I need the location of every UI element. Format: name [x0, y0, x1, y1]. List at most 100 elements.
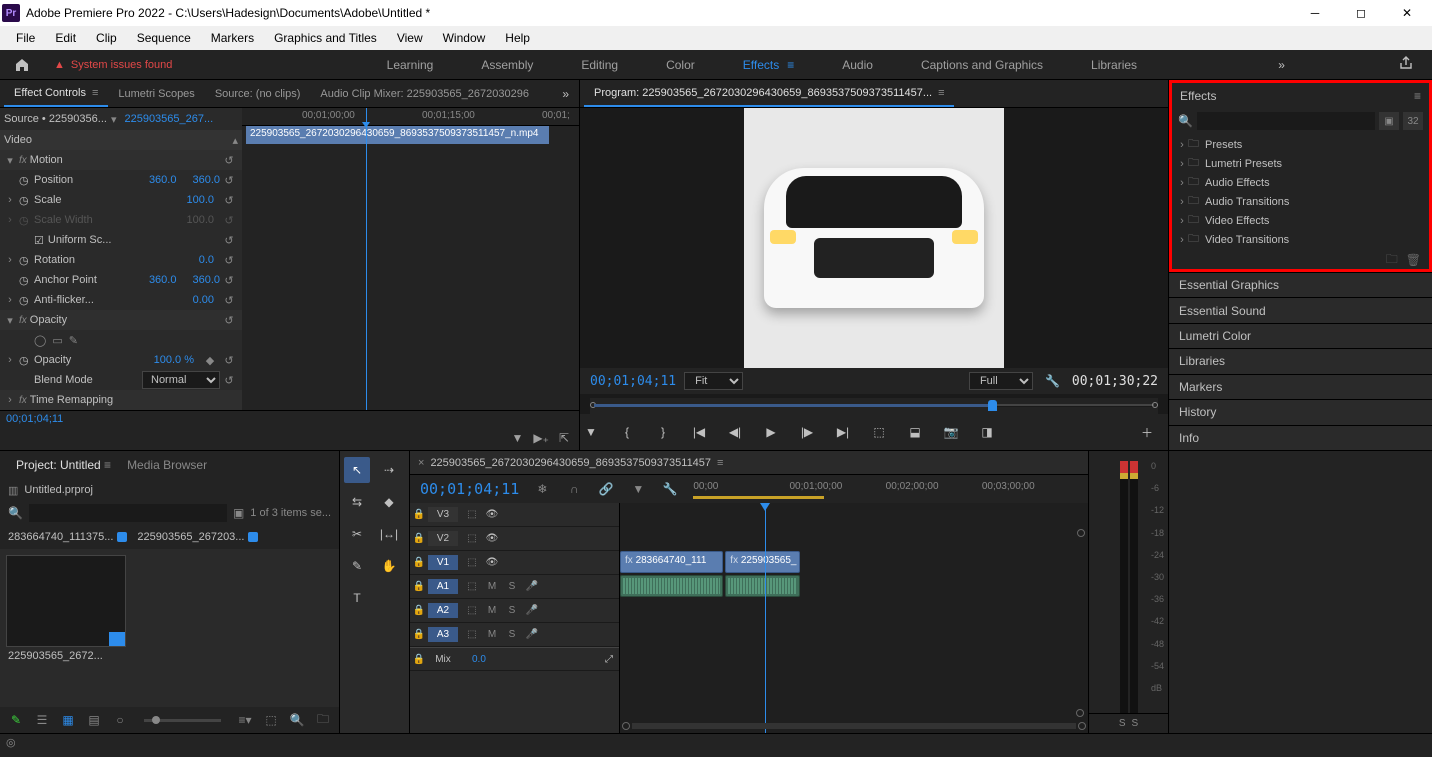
menu-window[interactable]: Window	[433, 27, 496, 49]
step-back-icon[interactable]: ◀|	[724, 421, 746, 443]
eye-icon[interactable]: 👁	[482, 509, 502, 520]
solo-right[interactable]: S	[1132, 718, 1139, 729]
selection-tool-icon[interactable]: ↖	[344, 457, 370, 483]
snap-icon[interactable]: ❄	[533, 482, 551, 496]
panel-essential-graphics[interactable]: Essential Graphics	[1169, 272, 1432, 297]
lift-icon[interactable]: ⬚	[868, 421, 890, 443]
lock-icon[interactable]: 🔒	[410, 654, 428, 665]
ec-motion[interactable]: ▾fxMotion↺	[0, 150, 242, 170]
timeline-clip-audio-1[interactable]	[620, 575, 723, 597]
timeline-tc[interactable]: 00;01;04;11	[420, 480, 519, 498]
rect-mask-icon[interactable]: ▭	[52, 334, 62, 347]
panel-essential-sound[interactable]: Essential Sound	[1169, 297, 1432, 322]
maximize-button[interactable]: ◻	[1338, 0, 1384, 26]
track-mix[interactable]: 🔒Mix0.0⤢	[410, 647, 619, 671]
program-scrubber[interactable]	[590, 398, 1158, 414]
comparison-icon[interactable]: ◨	[976, 421, 998, 443]
settings-icon[interactable]: 🔧	[661, 482, 679, 496]
pen-mask-icon[interactable]: ✎	[69, 334, 78, 347]
ec-timecode[interactable]: 00;01;04;11	[0, 410, 579, 426]
tab-effect-controls[interactable]: Effect Controls≡	[4, 81, 108, 107]
ws-audio[interactable]: Audio	[818, 50, 897, 80]
menu-markers[interactable]: Markers	[201, 27, 264, 49]
tab-program[interactable]: Program: 225903565_2672030296430659_8693…	[584, 81, 954, 107]
effects-folder-video-effects[interactable]: ›🗀Video Effects	[1172, 211, 1429, 230]
find-icon[interactable]: 🔍	[289, 712, 305, 728]
ec-antiflicker[interactable]: ›◷Anti-flicker...0.00↺	[0, 290, 242, 310]
track-a3[interactable]: 🔒A3⬚MS🎤	[410, 623, 619, 647]
effects-folder-audio-effects[interactable]: ›🗀Audio Effects	[1172, 173, 1429, 192]
ec-video-header[interactable]: Video▴	[0, 130, 242, 150]
ws-editing[interactable]: Editing	[557, 50, 642, 80]
panel-lumetri-color[interactable]: Lumetri Color	[1169, 323, 1432, 348]
project-thumb[interactable]: 225903565_2672...	[6, 555, 126, 701]
reset-icon[interactable]: ↺	[220, 254, 238, 267]
lock-icon[interactable]: 🔒	[410, 557, 428, 568]
delete-icon[interactable]: 🗑	[1406, 253, 1421, 267]
stopwatch-icon[interactable]: ◷	[19, 274, 31, 286]
stopwatch-icon[interactable]: ◷	[19, 174, 31, 186]
panel-history[interactable]: History	[1169, 399, 1432, 424]
reset-icon[interactable]: ↺	[220, 314, 238, 327]
lock-icon[interactable]: 🔒	[410, 581, 428, 592]
effects-folder-lumetri[interactable]: ›🗀Lumetri Presets	[1172, 154, 1429, 173]
ec-uniform-scale[interactable]: ☑Uniform Sc...↺	[0, 230, 242, 250]
ec-opacity-val[interactable]: ›◷Opacity100.0 %◆↺	[0, 350, 242, 370]
hand-tool-icon[interactable]: ✋	[376, 553, 402, 579]
ellipse-mask-icon[interactable]: ◯	[34, 334, 46, 347]
reset-icon[interactable]: ↺	[220, 374, 238, 387]
chevron-down-icon[interactable]: ▾	[111, 113, 117, 126]
ws-assembly[interactable]: Assembly	[457, 50, 557, 80]
ec-time-remapping[interactable]: ›fxTime Remapping	[0, 390, 242, 410]
track-a2[interactable]: 🔒A2⬚MS🎤	[410, 599, 619, 623]
list-view-icon[interactable]: ☰	[34, 712, 50, 728]
close-button[interactable]: ✕	[1384, 0, 1430, 26]
reset-icon[interactable]: ↺	[220, 174, 238, 187]
extract-icon[interactable]: ⬓	[904, 421, 926, 443]
ripple-edit-icon[interactable]: ⇆	[344, 489, 370, 515]
lock-icon[interactable]: 🔒	[410, 629, 428, 640]
tab-media-browser[interactable]: Media Browser	[119, 454, 215, 476]
panel-overflow-icon[interactable]: »	[556, 83, 575, 105]
effects-folder-video-transitions[interactable]: ›🗀Video Transitions	[1172, 230, 1429, 249]
panel-menu-icon[interactable]: ≡	[938, 87, 944, 99]
minimize-button[interactable]: ─	[1292, 0, 1338, 26]
scrub-playhead[interactable]	[988, 400, 997, 411]
menu-file[interactable]: File	[6, 27, 45, 49]
reset-icon[interactable]: ↺	[220, 194, 238, 207]
ws-libraries[interactable]: Libraries	[1067, 50, 1161, 80]
mic-icon[interactable]: 🎤	[522, 581, 542, 592]
sync-lock-icon[interactable]: ⬚	[462, 581, 482, 592]
play-only-icon[interactable]: ▶₊	[533, 431, 549, 445]
sync-lock-icon[interactable]: ⬚	[462, 509, 482, 520]
tab-source[interactable]: Source: (no clips)	[205, 82, 311, 106]
ws-effects-menu-icon[interactable]: ≡	[787, 58, 794, 72]
lock-icon[interactable]: 🔒	[410, 605, 428, 616]
filter-bin-icon[interactable]: ▣	[233, 506, 244, 520]
wrench-icon[interactable]: 🔧	[1041, 372, 1064, 390]
reset-icon[interactable]: ↺	[220, 274, 238, 287]
reset-icon[interactable]: ↺	[220, 154, 238, 167]
home-icon[interactable]	[10, 53, 34, 77]
icon-view-icon[interactable]: ▦	[60, 712, 76, 728]
share-icon[interactable]	[1390, 51, 1422, 78]
timeline-clips-area[interactable]: fx 283664740_111 fx 225903565_	[620, 503, 1088, 733]
magnet-icon[interactable]: ∩	[565, 482, 583, 496]
ws-color[interactable]: Color	[642, 50, 719, 80]
ec-rotation[interactable]: ›◷Rotation0.0↺	[0, 250, 242, 270]
stopwatch-icon[interactable]: ◷	[19, 194, 31, 206]
expand-icon[interactable]: ⤢	[605, 654, 613, 665]
tab-lumetri-scopes[interactable]: Lumetri Scopes	[108, 82, 204, 106]
ws-effects[interactable]: Effects≡	[719, 50, 818, 80]
menu-help[interactable]: Help	[495, 27, 540, 49]
bin-item-2[interactable]: 225903565_267203...	[137, 531, 258, 543]
program-video-view[interactable]	[580, 108, 1168, 368]
mic-icon[interactable]: 🎤	[522, 605, 542, 616]
tab-audio-mixer[interactable]: Audio Clip Mixer: 225903565_2672030296	[310, 82, 539, 106]
project-search-input[interactable]	[29, 504, 227, 522]
close-sequence-icon[interactable]: ×	[418, 457, 424, 469]
panel-menu-icon[interactable]: ≡	[1414, 89, 1421, 103]
lock-icon[interactable]: 🔒	[410, 533, 428, 544]
reset-icon[interactable]: ↺	[220, 294, 238, 307]
track-a1[interactable]: 🔒A1⬚MS🎤	[410, 575, 619, 599]
